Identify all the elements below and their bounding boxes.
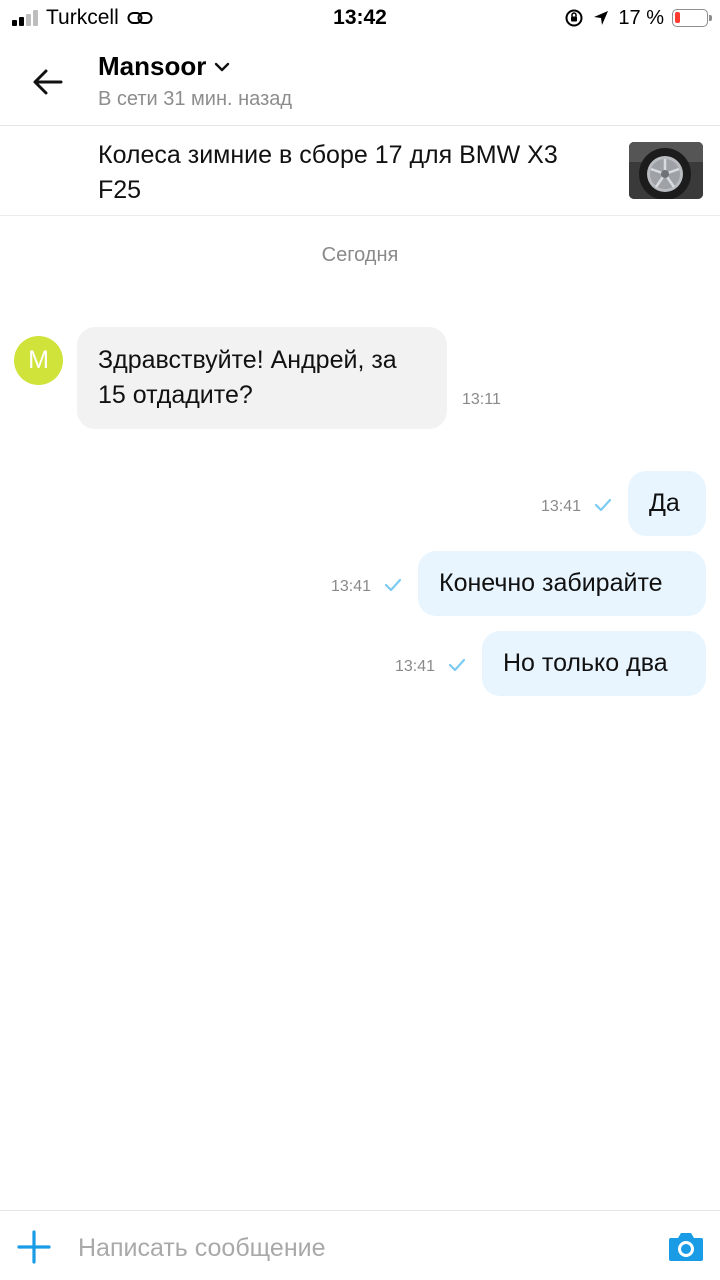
chevron-down-icon	[215, 62, 230, 71]
incoming-message-text: Здравствуйте! Андрей, за 15 отдадите?	[98, 346, 397, 409]
arrow-left-icon	[33, 69, 63, 95]
message-input[interactable]	[78, 1229, 638, 1267]
chat-header: Mansoor В сети 31 мин. назад	[0, 38, 720, 126]
outgoing-message-time: 13:41	[395, 658, 436, 675]
camera-icon[interactable]	[668, 1230, 704, 1262]
incoming-message[interactable]: Здравствуйте! Андрей, за 15 отдадите?	[77, 327, 447, 429]
outgoing-message[interactable]: Да	[628, 471, 706, 536]
battery-level	[675, 12, 680, 23]
message-composer	[0, 1210, 720, 1280]
back-button[interactable]	[26, 60, 70, 104]
orientation-lock-icon	[565, 9, 583, 27]
outgoing-message-text: Конечно забирайте	[439, 569, 663, 597]
attach-plus-icon[interactable]	[16, 1229, 52, 1265]
read-check-icon	[594, 498, 612, 512]
wheel-image	[629, 142, 703, 199]
outgoing-message[interactable]: Но только два	[482, 631, 706, 696]
outgoing-message-time: 13:41	[541, 498, 582, 515]
read-check-icon	[448, 658, 466, 672]
date-divider: Сегодня	[321, 244, 399, 266]
listing-preview[interactable]: Колеса зимние в сборе 17 для BMW X3 F25	[0, 126, 720, 216]
contact-avatar[interactable]: M	[14, 336, 63, 385]
battery-icon	[672, 9, 712, 27]
contact-name: Mansoor	[98, 51, 207, 81]
battery-percent: 17 %	[618, 6, 664, 29]
outgoing-message-text: Но только два	[503, 649, 668, 677]
incoming-message-time: 13:11	[462, 391, 501, 408]
outgoing-message-text: Да	[649, 489, 680, 517]
listing-title: Колеса зимние в сборе 17 для BMW X3 F25	[98, 141, 558, 204]
status-right: 17 %	[564, 6, 712, 30]
status-bar: Turkcell 13:42 17 %	[0, 0, 720, 38]
location-icon	[594, 11, 609, 25]
contact-name-button[interactable]: Mansoor	[98, 51, 230, 82]
outgoing-message[interactable]: Конечно забирайте	[418, 551, 706, 616]
contact-last-seen: В сети 31 мин. назад	[98, 88, 293, 110]
read-check-icon	[384, 578, 402, 592]
listing-thumbnail[interactable]	[629, 142, 703, 199]
outgoing-message-time: 13:41	[331, 578, 372, 595]
